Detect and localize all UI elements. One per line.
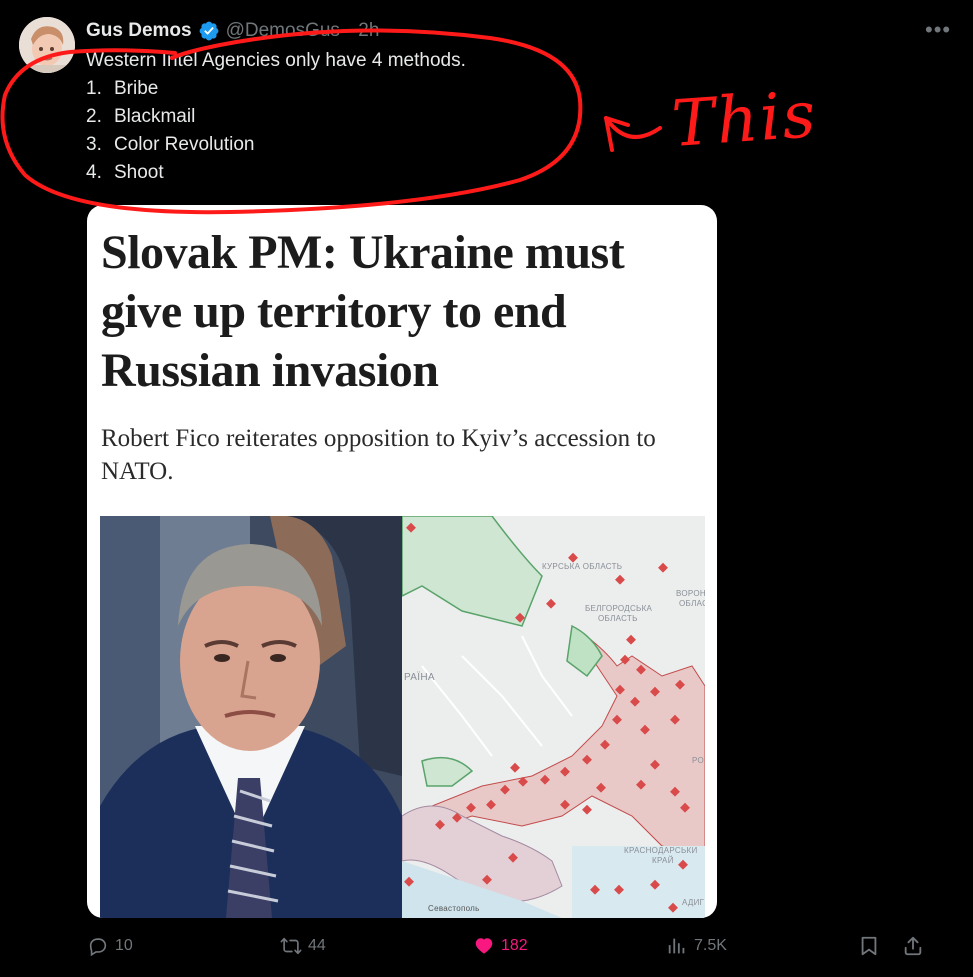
map-label: КРАСНОДАРСЬКИ [624, 846, 698, 855]
bookmark-icon [858, 935, 880, 957]
article-headline: Slovak PM: Ukraine must give up territor… [101, 226, 625, 397]
map-label: РО [692, 756, 704, 765]
list-number: 4. [86, 162, 102, 183]
map-label: РАЇНА [404, 672, 435, 683]
heart-icon [473, 935, 495, 957]
article-subhead: Robert Fico reiterates opposition to Kyi… [101, 425, 656, 485]
like-count: 182 [501, 937, 528, 954]
list-item: 3. Color Revolution [86, 131, 466, 159]
tweet-intro: Western Intel Agencies only have 4 metho… [86, 50, 466, 71]
map-label: ОБЛАС [679, 599, 705, 608]
map-label: ОБЛАСТЬ [598, 614, 638, 623]
post-time[interactable]: 2h [358, 19, 379, 43]
map-label: ВОРОНЕ [676, 589, 705, 598]
tweet-action-bar: 10 44 182 7.5K [87, 935, 937, 965]
user-handle[interactable]: @DemosGus [226, 19, 340, 43]
list-number: 3. [86, 134, 102, 155]
bookmark-button[interactable] [858, 935, 880, 957]
tweet-media-image[interactable]: Slovak PM: Ukraine must give up territor… [87, 205, 717, 918]
map-label: Севастополь [428, 904, 480, 913]
display-name[interactable]: Gus Demos [86, 19, 192, 43]
tweet-header: Gus Demos @DemosGus · 2h [86, 19, 379, 43]
frontline-map: КУРСЬКА ОБЛАСТЬ БЕЛГОРОДСЬКА ОБЛАСТЬ ВОР… [402, 516, 705, 918]
annotation-text: This [669, 78, 820, 162]
portrait-photo [100, 516, 402, 918]
list-text: Shoot [114, 162, 164, 183]
map-label: АДИГ [682, 898, 705, 907]
reply-count: 10 [115, 937, 133, 954]
retweet-count: 44 [308, 937, 326, 954]
list-text: Bribe [114, 78, 159, 99]
reply-icon [87, 935, 109, 957]
map-label: БЕЛГОРОДСЬКА [585, 604, 653, 613]
views-count: 7.5K [694, 937, 727, 954]
reply-button[interactable]: 10 [87, 935, 133, 957]
list-text: Color Revolution [114, 134, 255, 155]
views-button[interactable]: 7.5K [666, 935, 727, 957]
list-item: 4. Shoot [86, 159, 466, 187]
retweet-icon [280, 935, 302, 957]
list-item: 1. Bribe [86, 75, 466, 103]
map-label: КРАЙ [652, 856, 674, 865]
retweet-button[interactable]: 44 [280, 935, 326, 957]
more-options-icon[interactable]: ••• [925, 19, 950, 44]
list-number: 2. [86, 106, 102, 127]
views-icon [666, 935, 688, 957]
list-number: 1. [86, 78, 102, 99]
share-icon [902, 935, 924, 957]
list-item: 2. Blackmail [86, 103, 466, 131]
map-label: КУРСЬКА ОБЛАСТЬ [542, 562, 623, 571]
user-avatar[interactable] [19, 17, 75, 73]
list-text: Blackmail [114, 106, 196, 127]
header-separator: · [345, 20, 353, 41]
like-button[interactable]: 182 [473, 935, 528, 957]
tweet-page: Gus Demos @DemosGus · 2h ••• Western Int… [0, 0, 973, 977]
share-button[interactable] [902, 935, 924, 957]
verified-badge-icon [198, 20, 220, 42]
tweet-text: Western Intel Agencies only have 4 metho… [86, 47, 466, 187]
